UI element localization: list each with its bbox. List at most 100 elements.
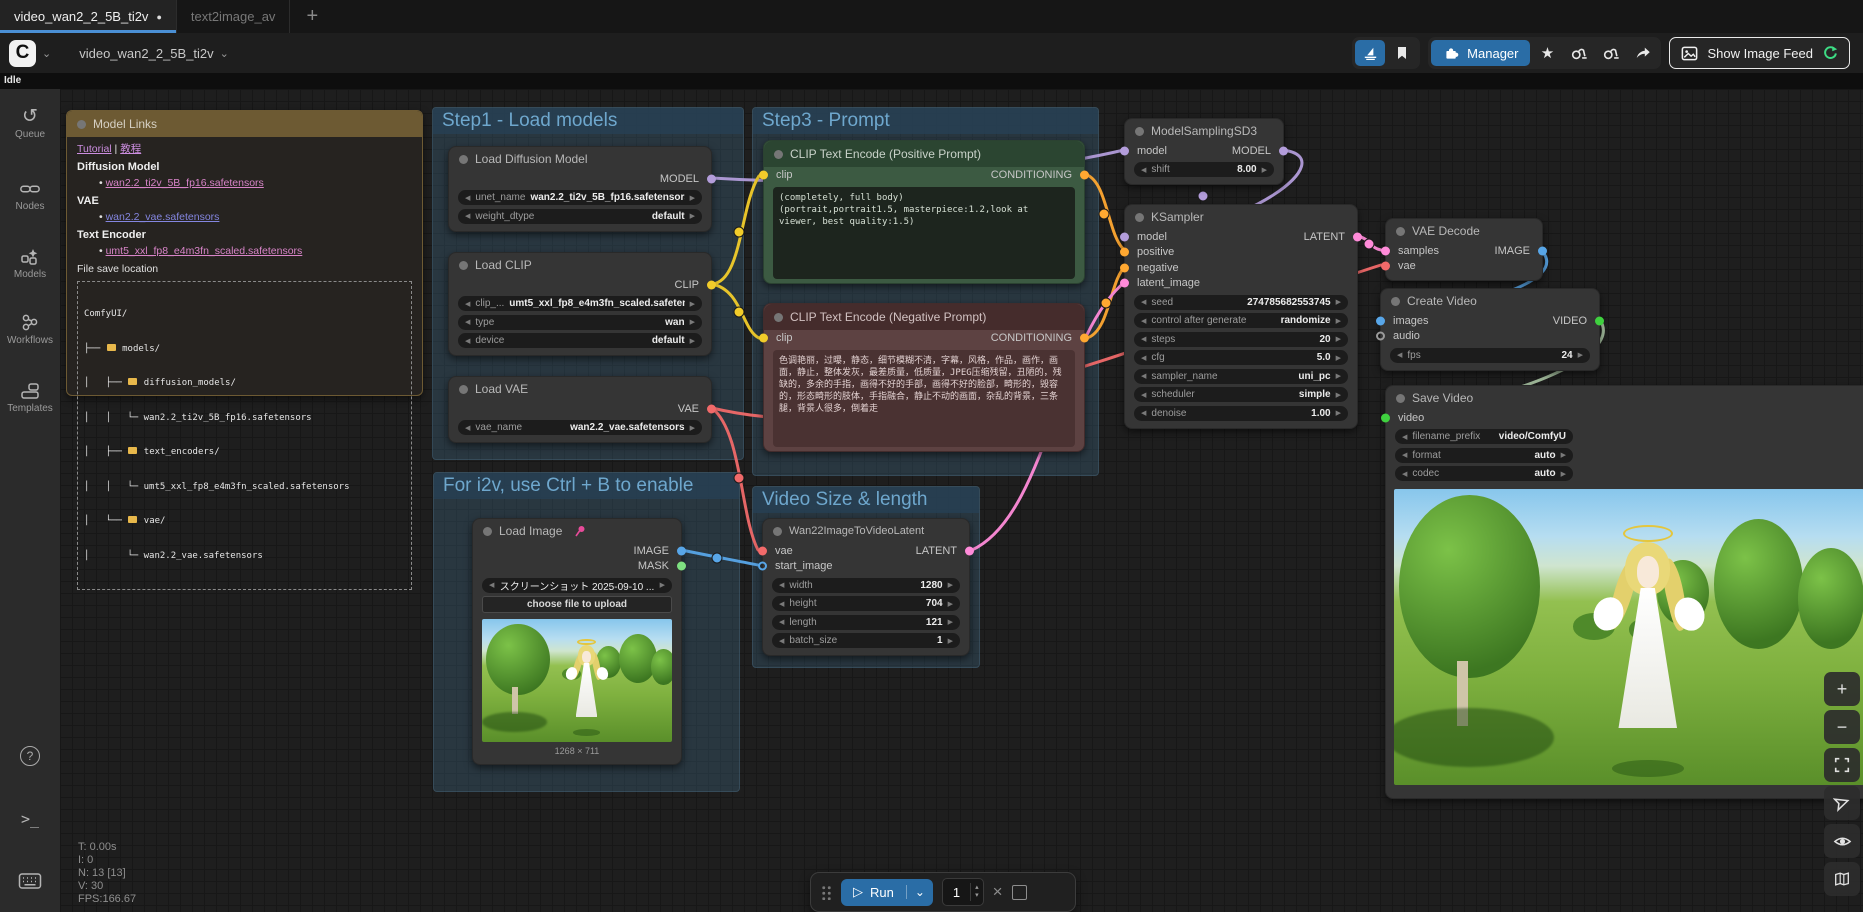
widget-scheduler[interactable]: ◀schedulersimple▶ bbox=[1134, 387, 1348, 402]
output-vae[interactable]: VAE bbox=[678, 403, 699, 415]
widget-batch-size[interactable]: ◀batch_size1▶ bbox=[772, 633, 960, 648]
input-video[interactable]: video bbox=[1398, 412, 1424, 424]
collapse-dot-icon[interactable] bbox=[1391, 297, 1400, 306]
sidebar-item-nodes[interactable]: Nodes bbox=[0, 179, 60, 212]
output-image[interactable]: IMAGE bbox=[1495, 245, 1530, 257]
widget-length[interactable]: ◀length121▶ bbox=[772, 615, 960, 630]
node-save-video[interactable]: Save Video video ◀filename_prefixvideo/C… bbox=[1385, 385, 1863, 799]
vae-output-dot[interactable] bbox=[707, 404, 716, 413]
output-mask[interactable]: MASK bbox=[638, 560, 669, 572]
node-clip-text-encode-positive[interactable]: CLIP Text Encode (Positive Prompt) clip … bbox=[763, 140, 1085, 284]
model-input-dot[interactable] bbox=[1120, 146, 1129, 155]
group-title[interactable]: For i2v, use Ctrl + B to enable bbox=[434, 473, 739, 499]
images-input-dot[interactable] bbox=[1376, 316, 1385, 325]
image-preview[interactable] bbox=[482, 619, 672, 742]
show-image-feed-button[interactable]: Show Image Feed bbox=[1669, 37, 1850, 69]
manager-button[interactable]: Manager bbox=[1431, 40, 1530, 66]
samples-input-dot[interactable] bbox=[1381, 246, 1390, 255]
sidebar-item-models[interactable]: Models bbox=[0, 247, 60, 280]
node-ksampler[interactable]: KSampler model LATENT positive negative … bbox=[1124, 204, 1358, 429]
note-node-model-links[interactable]: Model Links Tutorial | 教程 Diffusion Mode… bbox=[66, 110, 423, 396]
clip-input-dot[interactable] bbox=[759, 333, 768, 342]
vacuum-button-2[interactable] bbox=[1596, 40, 1626, 66]
vacuum-button-1[interactable] bbox=[1564, 40, 1594, 66]
widget-shift[interactable]: ◀shift8.00▶ bbox=[1134, 162, 1274, 177]
widget-seed[interactable]: ◀seed274785682553745▶ bbox=[1134, 295, 1348, 310]
widget-unet-name[interactable]: ◀unet_namewan2.2_ti2v_5B_fp16.safetensor… bbox=[458, 190, 702, 205]
new-tab-button[interactable]: + bbox=[290, 0, 334, 33]
star-button[interactable]: ★ bbox=[1532, 40, 1562, 66]
node-load-diffusion-model[interactable]: Load Diffusion Model MODEL ◀unet_namewan… bbox=[448, 146, 712, 232]
input-samples[interactable]: samples bbox=[1398, 245, 1439, 257]
widget-vae-name[interactable]: ◀vae_namewan2.2_vae.safetensors▶ bbox=[458, 420, 702, 435]
collapse-dot-icon[interactable] bbox=[459, 385, 468, 394]
output-model[interactable]: MODEL bbox=[1232, 145, 1271, 157]
shortcuts-button[interactable] bbox=[0, 872, 60, 890]
model-output-dot[interactable] bbox=[707, 174, 716, 183]
group-title[interactable]: Step1 - Load models bbox=[433, 108, 743, 134]
collapse-dot-icon[interactable] bbox=[1135, 213, 1144, 222]
sidebar-item-workflows[interactable]: Workflows bbox=[0, 313, 60, 346]
tab-video-wan[interactable]: video_wan2_2_5B_ti2v ● bbox=[0, 0, 177, 33]
terminal-button[interactable]: >_ bbox=[0, 810, 60, 828]
choose-file-button[interactable]: choose file to upload bbox=[482, 596, 672, 613]
widget-fps[interactable]: ◀fps24▶ bbox=[1390, 348, 1590, 363]
negative-prompt-text[interactable]: 色调艳丽，过曝，静态，细节模糊不清，字幕，风格，作品，画作，画面，静止，整体发灰… bbox=[773, 350, 1075, 447]
collapse-dot-icon[interactable] bbox=[1396, 227, 1405, 236]
widget-denoise[interactable]: ◀denoise1.00▶ bbox=[1134, 406, 1348, 421]
conditioning-output-dot[interactable] bbox=[1080, 333, 1089, 342]
widget-type[interactable]: ◀typewan▶ bbox=[458, 315, 702, 330]
output-latent[interactable]: LATENT bbox=[916, 545, 957, 557]
widget-steps[interactable]: ◀steps20▶ bbox=[1134, 332, 1348, 347]
note-header[interactable]: Model Links bbox=[67, 111, 422, 137]
input-clip[interactable]: clip bbox=[776, 169, 793, 181]
workflow-name[interactable]: video_wan2_2_5B_ti2v bbox=[79, 46, 213, 61]
help-button[interactable]: ? bbox=[0, 746, 60, 766]
positive-prompt-text[interactable]: (completely, full body) (portrait,portra… bbox=[773, 187, 1075, 279]
clip-input-dot[interactable] bbox=[759, 170, 768, 179]
node-vae-decode[interactable]: VAE Decode samples IMAGE vae bbox=[1385, 218, 1543, 281]
output-video[interactable]: VIDEO bbox=[1553, 315, 1587, 327]
collapse-dot-icon[interactable] bbox=[1396, 394, 1405, 403]
workflow-chevron-icon[interactable]: ⌄ bbox=[220, 47, 229, 60]
mask-output-dot[interactable] bbox=[677, 562, 686, 571]
conditioning-output-dot[interactable] bbox=[1080, 170, 1089, 179]
tutorial-link[interactable]: Tutorial bbox=[77, 143, 112, 155]
logo-menu-chevron-icon[interactable]: ⌄ bbox=[42, 47, 51, 60]
model-input-dot[interactable] bbox=[1120, 232, 1129, 241]
collapse-dot-icon[interactable] bbox=[483, 527, 492, 536]
input-positive[interactable]: positive bbox=[1137, 246, 1174, 258]
sidebar-item-templates[interactable]: Templates bbox=[0, 381, 60, 414]
input-vae[interactable]: vae bbox=[775, 545, 793, 557]
node-create-video[interactable]: Create Video images VIDEO audio ◀fps24▶ bbox=[1380, 288, 1600, 371]
tab-text2image[interactable]: text2image_av bbox=[177, 0, 291, 33]
node-wan22-image-to-video-latent[interactable]: Wan22ImageToVideoLatent vae LATENT start… bbox=[762, 518, 970, 656]
share-button[interactable] bbox=[1628, 40, 1658, 66]
drag-handle-icon[interactable] bbox=[821, 885, 832, 900]
minimap-button[interactable] bbox=[1824, 862, 1860, 896]
tutorial-zh-link[interactable]: 教程 bbox=[120, 143, 141, 155]
clip-output-dot[interactable] bbox=[707, 280, 716, 289]
collapse-dot-icon[interactable] bbox=[773, 527, 782, 536]
widget-device[interactable]: ◀devicedefault▶ bbox=[458, 333, 702, 348]
widget-image-file[interactable]: ◀スクリーンショット 2025-09-10 ...▶ bbox=[482, 578, 672, 593]
node-load-vae[interactable]: Load VAE VAE ◀vae_namewan2.2_vae.safeten… bbox=[448, 376, 712, 443]
select-mode-button[interactable] bbox=[1824, 786, 1860, 820]
stop-button[interactable] bbox=[1012, 885, 1027, 900]
negative-input-dot[interactable] bbox=[1120, 263, 1129, 272]
image-output-dot[interactable] bbox=[677, 546, 686, 555]
batch-count-input[interactable]: 1 ▴▾ bbox=[942, 878, 984, 906]
vae-input-dot[interactable] bbox=[758, 546, 767, 555]
model-link[interactable]: umt5_xxl_fp8_e4m3fn_scaled.safetensors bbox=[106, 245, 303, 257]
widget-control-after-generate[interactable]: ◀control after generaterandomize▶ bbox=[1134, 313, 1348, 328]
latent-image-input-dot[interactable] bbox=[1120, 279, 1129, 288]
input-vae[interactable]: vae bbox=[1398, 260, 1416, 272]
input-clip[interactable]: clip bbox=[776, 332, 793, 344]
group-title[interactable]: Step3 - Prompt bbox=[753, 108, 1098, 134]
sail-icon-button[interactable] bbox=[1355, 40, 1385, 66]
input-audio[interactable]: audio bbox=[1393, 330, 1420, 342]
output-image[interactable]: IMAGE bbox=[634, 545, 669, 557]
widget-codec[interactable]: ◀codecauto▶ bbox=[1395, 466, 1573, 481]
collapse-dot-icon[interactable] bbox=[774, 313, 783, 322]
input-images[interactable]: images bbox=[1393, 315, 1428, 327]
